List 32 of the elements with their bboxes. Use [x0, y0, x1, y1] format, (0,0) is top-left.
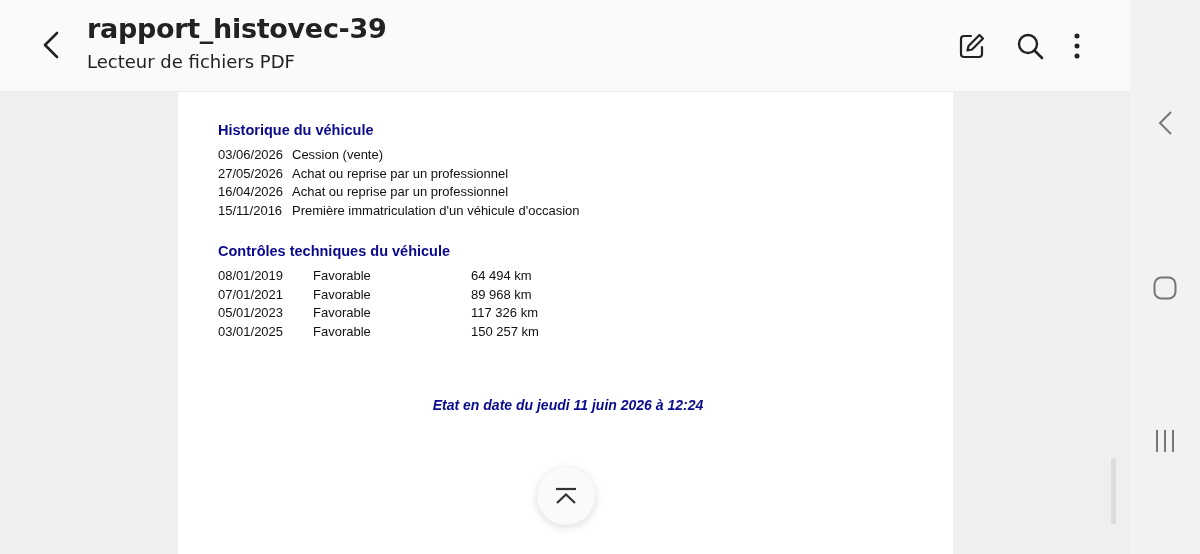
- inspection-result: Favorable: [313, 322, 372, 341]
- event-date: 27/05/2026: [218, 164, 285, 183]
- mileage: 150 257 km: [471, 322, 540, 341]
- inspection-result: Favorable: [313, 267, 372, 285]
- event-date: 16/04/2026: [218, 183, 285, 201]
- event-description: Achat ou reprise par un professionnel: [292, 183, 510, 201]
- search-icon[interactable]: [1016, 31, 1044, 60]
- inspection-date: 07/01/2021: [218, 285, 285, 304]
- mileage: 64 494 km: [471, 267, 533, 285]
- recent-apps-icon[interactable]: [1154, 430, 1176, 452]
- edit-icon[interactable]: [958, 31, 986, 60]
- inspection-date: 05/01/2023: [218, 304, 285, 322]
- event-date: 15/11/2016: [218, 201, 284, 220]
- home-icon[interactable]: [1153, 276, 1177, 300]
- mileage: 117 326 km: [471, 304, 539, 322]
- app-subtitle: Lecteur de fichiers PDF: [87, 50, 296, 74]
- more-options-icon[interactable]: [1074, 32, 1080, 59]
- inspection-date: 03/01/2025: [218, 322, 285, 341]
- event-description: Première immatriculation d'un véhicule d'occasion: [292, 201, 581, 220]
- section-heading: Historique du véhicule: [218, 121, 375, 140]
- inspection-result: Favorable: [313, 304, 372, 322]
- inspection-date: 08/01/2019: [218, 267, 285, 285]
- inspection-result: Favorable: [313, 285, 372, 304]
- mileage: 89 968 km: [471, 285, 533, 304]
- event-date: 03/06/2026: [218, 146, 285, 164]
- back-icon[interactable]: [41, 30, 61, 59]
- document-title: rapport_histovec-39: [87, 12, 387, 46]
- section-heading: Contrôles techniques du véhicule: [218, 242, 452, 261]
- event-description: Achat ou reprise par un professionnel: [292, 164, 510, 183]
- scroll-to-top-icon: [554, 487, 578, 505]
- report-date: Etat en date du jeudi 11 juin 2026 à 12:24: [431, 397, 705, 413]
- event-description: Cession (vente): [292, 146, 385, 164]
